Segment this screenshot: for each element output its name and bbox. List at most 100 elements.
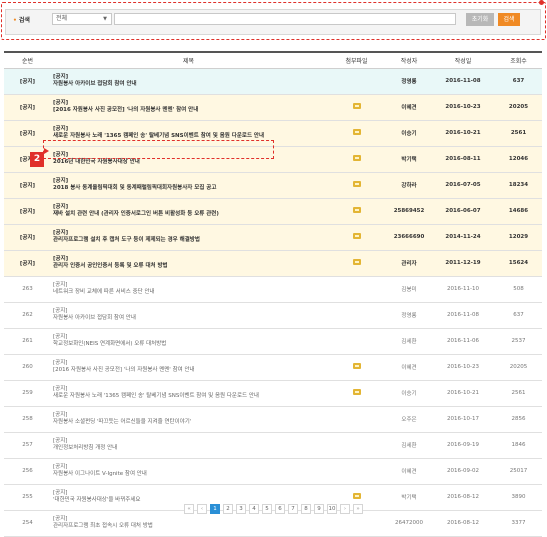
row-date: 2016-10-21	[431, 120, 495, 147]
search-input[interactable]	[114, 13, 456, 25]
notice-row[interactable]: [공지] [공지] 관리자 인증서 공인인증서 등록 및 오류 대처 방법 관리자 20…	[4, 250, 542, 277]
reset-button[interactable]: 초기화	[466, 13, 494, 26]
row-attachment	[326, 250, 387, 277]
notice-row[interactable]: [공지] [공지] [2016 자원봉사 사진 공모전] '나의 자원봉사 멘멘' …	[4, 94, 542, 121]
row-title[interactable]: [공지] [2016 자원봉사 사진 공모전] '나의 자원봉사 멘멘' 참여 안…	[51, 354, 326, 381]
post-title-link[interactable]: [2016 자원봉사 사진 공모전] '나의 자원봉사 멘멘' 참여 안내	[53, 107, 326, 114]
table-row[interactable]: 257 [공지] 개인정보처리방침 개정 안내 김세환 2016-09-19 1846	[4, 432, 542, 459]
callout-dot-icon	[539, 0, 544, 5]
row-views: 12046	[495, 146, 542, 173]
prev-page-button[interactable]: ‹	[197, 504, 207, 514]
row-title[interactable]: [공지] [2016 자원봉사 사진 공모전] '나의 자원봉사 멘멘' 참여 안…	[51, 94, 326, 121]
row-attachment	[326, 120, 387, 147]
row-title[interactable]: [공지] 새로운 자원봉사 노래 '1365 캠페인 송' 탈베기념 SNS이벤트…	[51, 380, 326, 407]
notice-tag: [공지]	[53, 438, 68, 444]
notice-row[interactable]: [공지] [공지] 재바 설치 관련 안내 (관리자 인증서로그인 버튼 비활성화 …	[4, 198, 542, 225]
last-page-button[interactable]: »	[353, 504, 363, 514]
row-title[interactable]: [공지] 개인정보처리방침 개정 안내	[51, 432, 326, 459]
callout-arrow-icon	[44, 148, 49, 154]
pagination: « ‹ 1 2 3 4 5 6 7 8 9 10 › »	[0, 504, 547, 518]
row-title[interactable]: [공지] 재바 설치 관련 안내 (관리자 인증서로그인 버튼 비활성화 등 오류…	[51, 198, 326, 225]
row-author: 관리자	[387, 250, 431, 277]
attachment-icon[interactable]	[352, 232, 362, 240]
row-title[interactable]: [공지] 네트워크 장비 교체에 따른 서비스 중단 안내	[51, 276, 326, 303]
row-title[interactable]: [공지] 자원봉사 이그나이트 V-Ignite 참여 안내	[51, 458, 326, 485]
page-number-button[interactable]: 7	[288, 504, 298, 514]
attachment-icon[interactable]	[352, 154, 362, 162]
row-attachment	[326, 354, 387, 381]
notice-row[interactable]: [공지] [공지] 2018 봉사 동계올림픽대회 및 동계패럴림픽대회자원봉사자 …	[4, 172, 542, 199]
row-views: 2561	[495, 120, 542, 147]
post-title-link[interactable]: 관리자프로그램 설치 후 캡처 도구 등이 제제되는 경우 해결방법	[53, 237, 326, 244]
post-title-link[interactable]: 재바 설치 관련 안내 (관리자 인증서로그인 버튼 비활성화 등 오류 관련)	[53, 211, 326, 218]
post-title-link[interactable]: 학교정보화인(NEIS 연계화면에서) 오류 대처방법	[53, 341, 326, 348]
notice-tag: [공지]	[53, 178, 69, 184]
page-number-button[interactable]: 9	[314, 504, 324, 514]
row-number: 261	[4, 328, 51, 355]
table-row[interactable]: 262 [공지] 자원봉사 아카이브 접담회 참여 안내 정영롱 2016-11-08 6…	[4, 302, 542, 329]
row-title[interactable]: [공지] 자원봉사 아카이브 접담회 참여 안내	[51, 68, 326, 95]
row-title[interactable]: [공지] 자원봉사 소셜펀딩 '따끄듯는 어르신들을 지켜줄 연탄이야기'	[51, 406, 326, 433]
table-row[interactable]: 258 [공지] 자원봉사 소셜펀딩 '따끄듯는 어르신들을 지켜줄 연탄이야기' 오…	[4, 406, 542, 433]
post-title-link[interactable]: 자원봉사 소셜펀딩 '따끄듯는 어르신들을 지켜줄 연탄이야기'	[53, 419, 326, 426]
row-number: [공지]	[4, 172, 51, 199]
page-number-button[interactable]: 2	[223, 504, 233, 514]
post-title-link[interactable]: 자원봉사 이그나이트 V-Ignite 참여 안내	[53, 471, 326, 478]
row-title[interactable]: [공지] 자원봉사 아카이브 접담회 참여 안내	[51, 302, 326, 329]
page-number-list: 1 2 3 4 5 6 7 8 9 10	[210, 504, 337, 518]
row-attachment	[326, 172, 387, 199]
row-number: 260	[4, 354, 51, 381]
table-row[interactable]: 263 [공지] 네트워크 장비 교체에 따른 서비스 중단 안내 김봉미 2016-1…	[4, 276, 542, 303]
row-date: 2014-11-24	[431, 224, 495, 251]
post-title-link[interactable]: 자원봉사 아카이브 접담회 참여 안내	[53, 81, 326, 88]
post-title-link[interactable]: 2018 봉사 동계올림픽대회 및 동계패럴림픽대회자원봉사자 모집 공고	[53, 185, 326, 192]
post-title-link[interactable]: 개인정보처리방침 개정 안내	[53, 445, 326, 452]
row-title[interactable]: [공지] 학교정보화인(NEIS 연계화면에서) 오류 대처방법	[51, 328, 326, 355]
search-button[interactable]: 검색	[498, 13, 520, 26]
post-title-link[interactable]: 관리자 인증서 공인인증서 등록 및 오류 대처 방법	[53, 263, 326, 270]
post-title-link[interactable]: 네트워크 장비 교체에 따른 서비스 중단 안내	[53, 289, 326, 296]
page-number-button[interactable]: 8	[301, 504, 311, 514]
row-views: 15624	[495, 250, 542, 277]
row-title[interactable]: [공지] 2018 봉사 동계올림픽대회 및 동계패럴림픽대회자원봉사자 모집 공…	[51, 172, 326, 199]
notice-tag: [공지]	[53, 386, 68, 392]
post-title-link[interactable]: '대한민국 자원봉사대상'을 바뀌주세요	[53, 497, 326, 504]
table-row[interactable]: 260 [공지] [2016 자원봉사 사진 공모전] '나의 자원봉사 멘멘' 참…	[4, 354, 542, 381]
table-row[interactable]: 259 [공지] 새로운 자원봉사 노래 '1365 캠페인 송' 탈베기념 SNS…	[4, 380, 542, 407]
attachment-icon[interactable]	[352, 128, 362, 136]
page-number-button[interactable]: 3	[236, 504, 246, 514]
row-views: 20205	[495, 354, 542, 381]
post-title-link[interactable]: [2016 자원봉사 사진 공모전] '나의 자원봉사 멘멘' 참여 안내	[53, 367, 326, 374]
attachment-icon[interactable]	[352, 180, 362, 188]
page-number-button[interactable]: 10	[327, 504, 337, 514]
first-page-button[interactable]: «	[184, 504, 194, 514]
next-page-button[interactable]: ›	[340, 504, 350, 514]
attachment-icon[interactable]	[352, 492, 362, 500]
attachment-icon[interactable]	[352, 206, 362, 214]
attachment-icon[interactable]	[352, 102, 362, 110]
page-number-button[interactable]: 6	[275, 504, 285, 514]
post-title-link[interactable]: 자원봉사 아카이브 접담회 참여 안내	[53, 315, 326, 322]
page-number-button[interactable]: 5	[262, 504, 272, 514]
page-number-button[interactable]: 1	[210, 504, 220, 514]
search-scope-select[interactable]: 전체 ▼	[52, 13, 112, 25]
row-date: 2016-11-06	[431, 328, 495, 355]
table-row[interactable]: 256 [공지] 자원봉사 이그나이트 V-Ignite 참여 안내 이혜견 2016-…	[4, 458, 542, 485]
attachment-icon[interactable]	[352, 388, 362, 396]
notice-tag: [공지]	[53, 360, 68, 366]
row-title[interactable]: [공지] 관리자프로그램 설치 후 캡처 도구 등이 제제되는 경우 해결방법	[51, 224, 326, 251]
row-views: 20205	[495, 94, 542, 121]
attachment-icon[interactable]	[352, 258, 362, 266]
row-title[interactable]: [공지] 관리자 인증서 공인인증서 등록 및 오류 대처 방법	[51, 250, 326, 277]
post-title-link[interactable]: 새로운 자원봉사 노래 '1365 캠페인 송' 탈베기념 SNS이벤트 참여 …	[53, 393, 326, 400]
notice-tag: [공지]	[53, 412, 68, 418]
notice-row[interactable]: [공지] [공지] 관리자프로그램 설치 후 캡처 도구 등이 제제되는 경우 해결…	[4, 224, 542, 251]
notice-row[interactable]: [공지] [공지] 자원봉사 아카이브 접담회 참여 안내 정영롱 2016-11-08…	[4, 68, 542, 95]
page-number-button[interactable]: 4	[249, 504, 259, 514]
post-title-link[interactable]: 2016년 대한민국 자원봉사대상 안내	[53, 159, 326, 166]
post-title-link[interactable]: 관리자프로그램 최초 접속시 오류 대처 방법	[53, 523, 326, 530]
attachment-icon[interactable]	[352, 362, 362, 370]
post-title-link[interactable]: 새로운 자원봉사 노래 '1365 캠페인 송' 탈베기념 SNS이벤트 참여 …	[53, 133, 326, 140]
row-author: 이혜견	[387, 458, 431, 485]
table-row[interactable]: 261 [공지] 학교정보화인(NEIS 연계화면에서) 오류 대처방법 김세환 201…	[4, 328, 542, 355]
